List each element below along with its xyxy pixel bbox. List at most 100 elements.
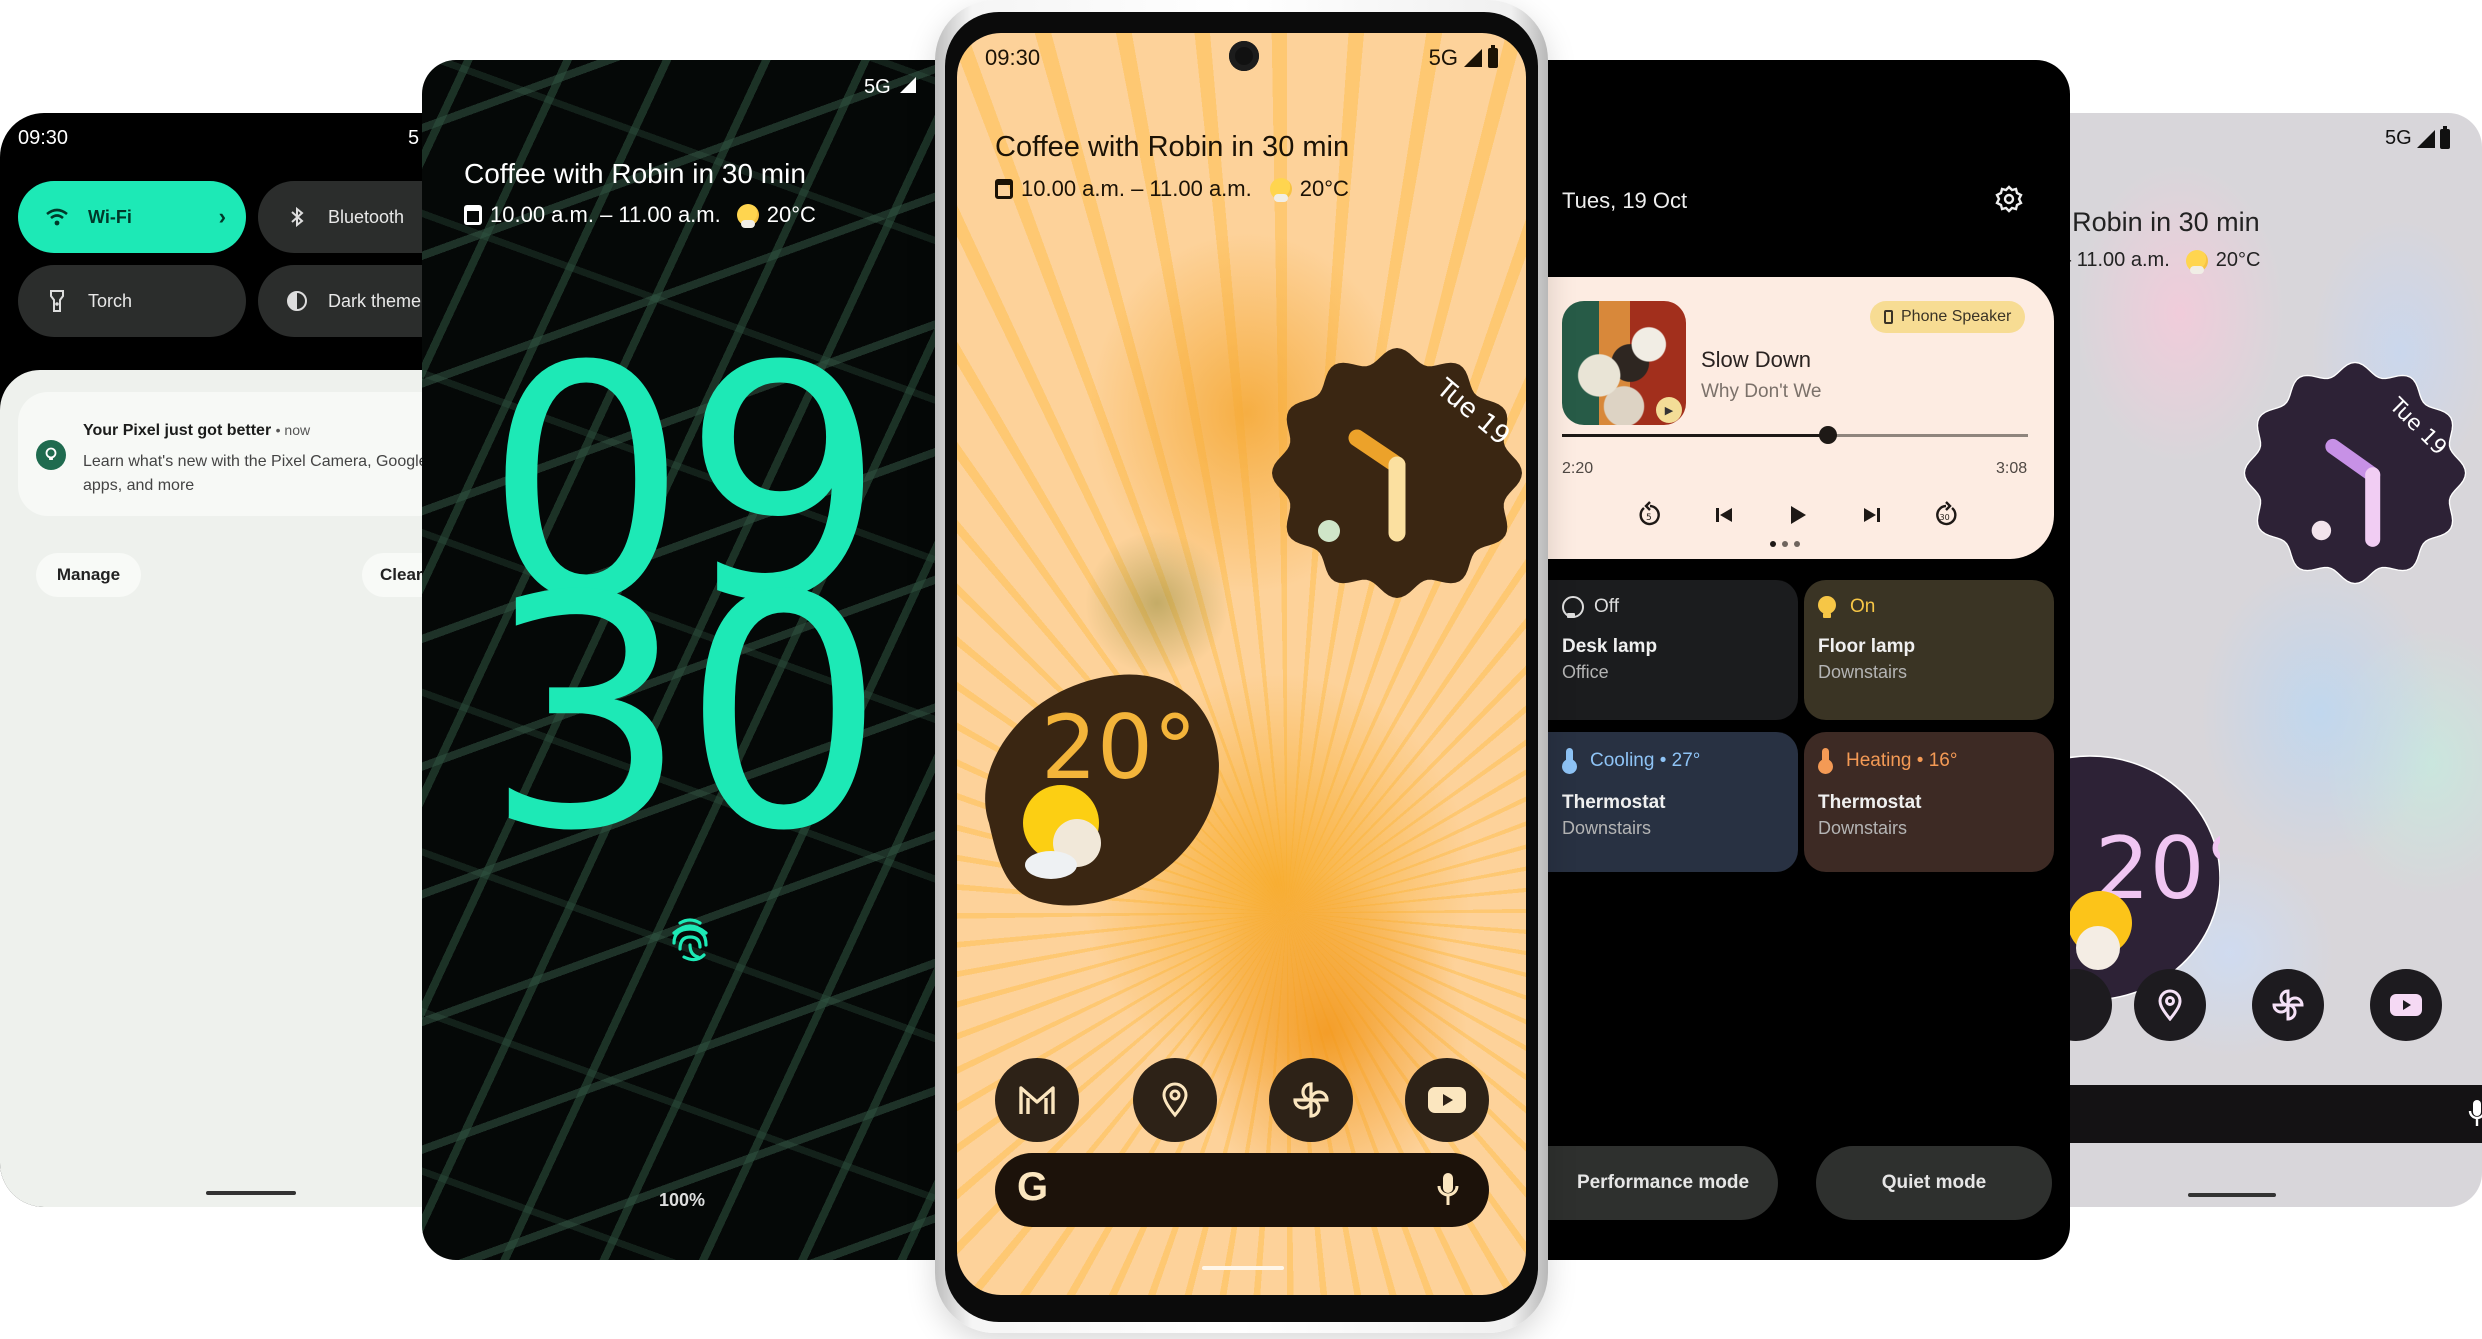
lightbulb-icon (36, 440, 66, 470)
signal-icon (2416, 129, 2435, 148)
temperature: 20°C (2215, 249, 2261, 271)
device-tile-floor-lamp[interactable]: On Floor lamp Downstairs (1804, 580, 2054, 720)
event-time: 10.00 a.m. – 11.00 a.m. (1021, 176, 1252, 201)
search-bar[interactable] (2070, 1085, 2482, 1143)
date-label: Tues, 19 Oct (1562, 188, 1688, 213)
manage-button[interactable]: Manage (36, 553, 141, 597)
device-controls-screen: Tues, 19 Oct ▶ Phone Speaker Slow Down W… (1548, 60, 2070, 1260)
tile-wifi[interactable]: Wi-Fi › (18, 181, 246, 253)
performance-mode-button[interactable]: Performance mode (1548, 1146, 1778, 1220)
photos-pinwheel-icon (2272, 989, 2304, 1021)
fingerprint-icon[interactable] (668, 915, 712, 963)
event-title[interactable]: Coffee with Robin in 30 min (995, 131, 1349, 164)
mic-icon[interactable] (1437, 1171, 1459, 1209)
svg-text:5: 5 (1646, 513, 1652, 523)
event-details: 10.00 a.m. – 11.00 a.m. 20°C (2070, 249, 2261, 274)
gmail-icon (1019, 1086, 1055, 1114)
torch-icon (44, 290, 70, 312)
app-maps[interactable] (1133, 1058, 1217, 1142)
notification-body: Learn what's new with the Pixel Camera, … (83, 453, 428, 494)
quiet-mode-button[interactable]: Quiet mode (1816, 1146, 2052, 1220)
weather-widget[interactable]: 20° (969, 653, 1229, 913)
clock-widget[interactable]: Tue 19 (1267, 343, 1526, 603)
tile-label: Torch (88, 290, 133, 311)
status-network: 5G (864, 76, 917, 99)
mic-icon[interactable] (2468, 1099, 2482, 1129)
nav-handle[interactable] (206, 1191, 296, 1195)
app-gmail[interactable] (995, 1058, 1079, 1142)
thermometer-icon (1562, 748, 1577, 774)
dark-theme-icon (284, 290, 310, 312)
photos-pinwheel-icon (1293, 1082, 1329, 1118)
google-search-bar[interactable]: G (995, 1153, 1489, 1227)
device-room: Downstairs (1562, 818, 1652, 838)
wifi-icon (44, 208, 70, 226)
tile-torch[interactable]: Torch (18, 265, 246, 337)
artist-name: Why Don't We (1701, 381, 1822, 402)
skip-previous-icon[interactable] (1706, 497, 1742, 533)
calendar-icon (995, 179, 1013, 199)
lock-clock: 09 30 (422, 325, 942, 901)
event-time: 10.00 a.m. – 11.00 a.m. (490, 202, 721, 227)
device-room: Downstairs (1818, 662, 1908, 682)
temperature: 20°C (766, 202, 816, 227)
youtube-icon (1428, 1087, 1466, 1113)
device-tile-thermostat-heating[interactable]: Heating • 16° Thermostat Downstairs (1804, 732, 2054, 872)
clock-second-dot (1318, 520, 1340, 542)
battery-icon (1488, 45, 1498, 68)
clock-widget[interactable]: Tue 19 (2240, 358, 2470, 588)
forward-30-icon[interactable]: 30 (1928, 497, 1964, 533)
notification-card[interactable]: Your Pixel just got better • now Learn w… (18, 392, 430, 516)
maps-pin-icon (2158, 989, 2182, 1021)
gear-icon[interactable] (1994, 184, 2024, 219)
event-title: Coffee with Robin in 30 min (464, 158, 806, 189)
app-photos[interactable] (2252, 969, 2324, 1041)
media-player-card[interactable]: ▶ Phone Speaker Slow Down Why Don't We 2… (1548, 277, 2054, 559)
page-dot (1794, 541, 1800, 547)
tile-dark-theme[interactable]: Dark theme (258, 265, 430, 337)
seek-progress (1562, 434, 1828, 437)
device-name: Desk lamp (1562, 636, 1658, 657)
signal-icon (1464, 49, 1482, 67)
clear-button[interactable]: Clear (362, 553, 430, 597)
device-tile-thermostat-cooling[interactable]: Cooling • 27° Thermostat Downstairs (1548, 732, 1798, 872)
app-youtube[interactable] (1405, 1058, 1489, 1142)
quick-settings-screen: 09:30 5 Wi-Fi › Bluetooth Torch Dark the… (0, 113, 430, 1207)
app-maps[interactable] (2134, 969, 2206, 1041)
tile-label: Dark theme (328, 290, 422, 311)
nav-handle[interactable] (2188, 1193, 2276, 1197)
notification-title: Your Pixel just got better • now (83, 422, 311, 439)
nav-handle[interactable] (1202, 1266, 1284, 1270)
weather-widget[interactable]: 20° (2070, 748, 2220, 1008)
event-time: 10.00 a.m. – 11.00 a.m. (2070, 249, 2170, 271)
calendar-icon (464, 205, 482, 225)
clock-minutes: 30 (484, 529, 885, 901)
tile-bluetooth[interactable]: Bluetooth (258, 181, 430, 253)
seek-thumb[interactable] (1818, 426, 1837, 444)
replay-5-icon[interactable]: 5 (1632, 497, 1668, 533)
clock-widget-shape (2243, 361, 2467, 585)
app-youtube[interactable] (2370, 969, 2442, 1041)
notification-shade: Your Pixel just got better • now Learn w… (0, 370, 430, 1207)
play-badge-icon: ▶ (1656, 397, 1682, 423)
song-title: Slow Down (1701, 347, 1812, 372)
weather-sun-icon (736, 204, 759, 228)
elapsed-time: 2:20 (1562, 460, 1594, 477)
bluetooth-icon (284, 207, 310, 227)
skip-next-icon[interactable] (1854, 497, 1890, 533)
chevron-right-icon[interactable]: › (219, 204, 226, 230)
seek-bar[interactable] (1562, 426, 2028, 444)
device-name: Thermostat (1562, 792, 1666, 813)
page-dot-active (1770, 541, 1776, 547)
output-chip[interactable]: Phone Speaker (1870, 301, 2026, 333)
event-details: 10.00 a.m. – 11.00 a.m. 20°C (995, 176, 1349, 202)
temperature: 20°C (1299, 176, 1349, 201)
tile-label: Wi-Fi (88, 206, 132, 227)
battery-level: 100% (658, 1190, 706, 1210)
device-room: Downstairs (1818, 818, 1908, 838)
status-bar-right: 5G (2385, 125, 2450, 150)
device-tile-desk-lamp[interactable]: Off Desk lamp Office (1548, 580, 1798, 720)
device-name: Thermostat (1818, 792, 1922, 813)
app-photos[interactable] (1269, 1058, 1353, 1142)
play-icon[interactable] (1780, 497, 1816, 533)
